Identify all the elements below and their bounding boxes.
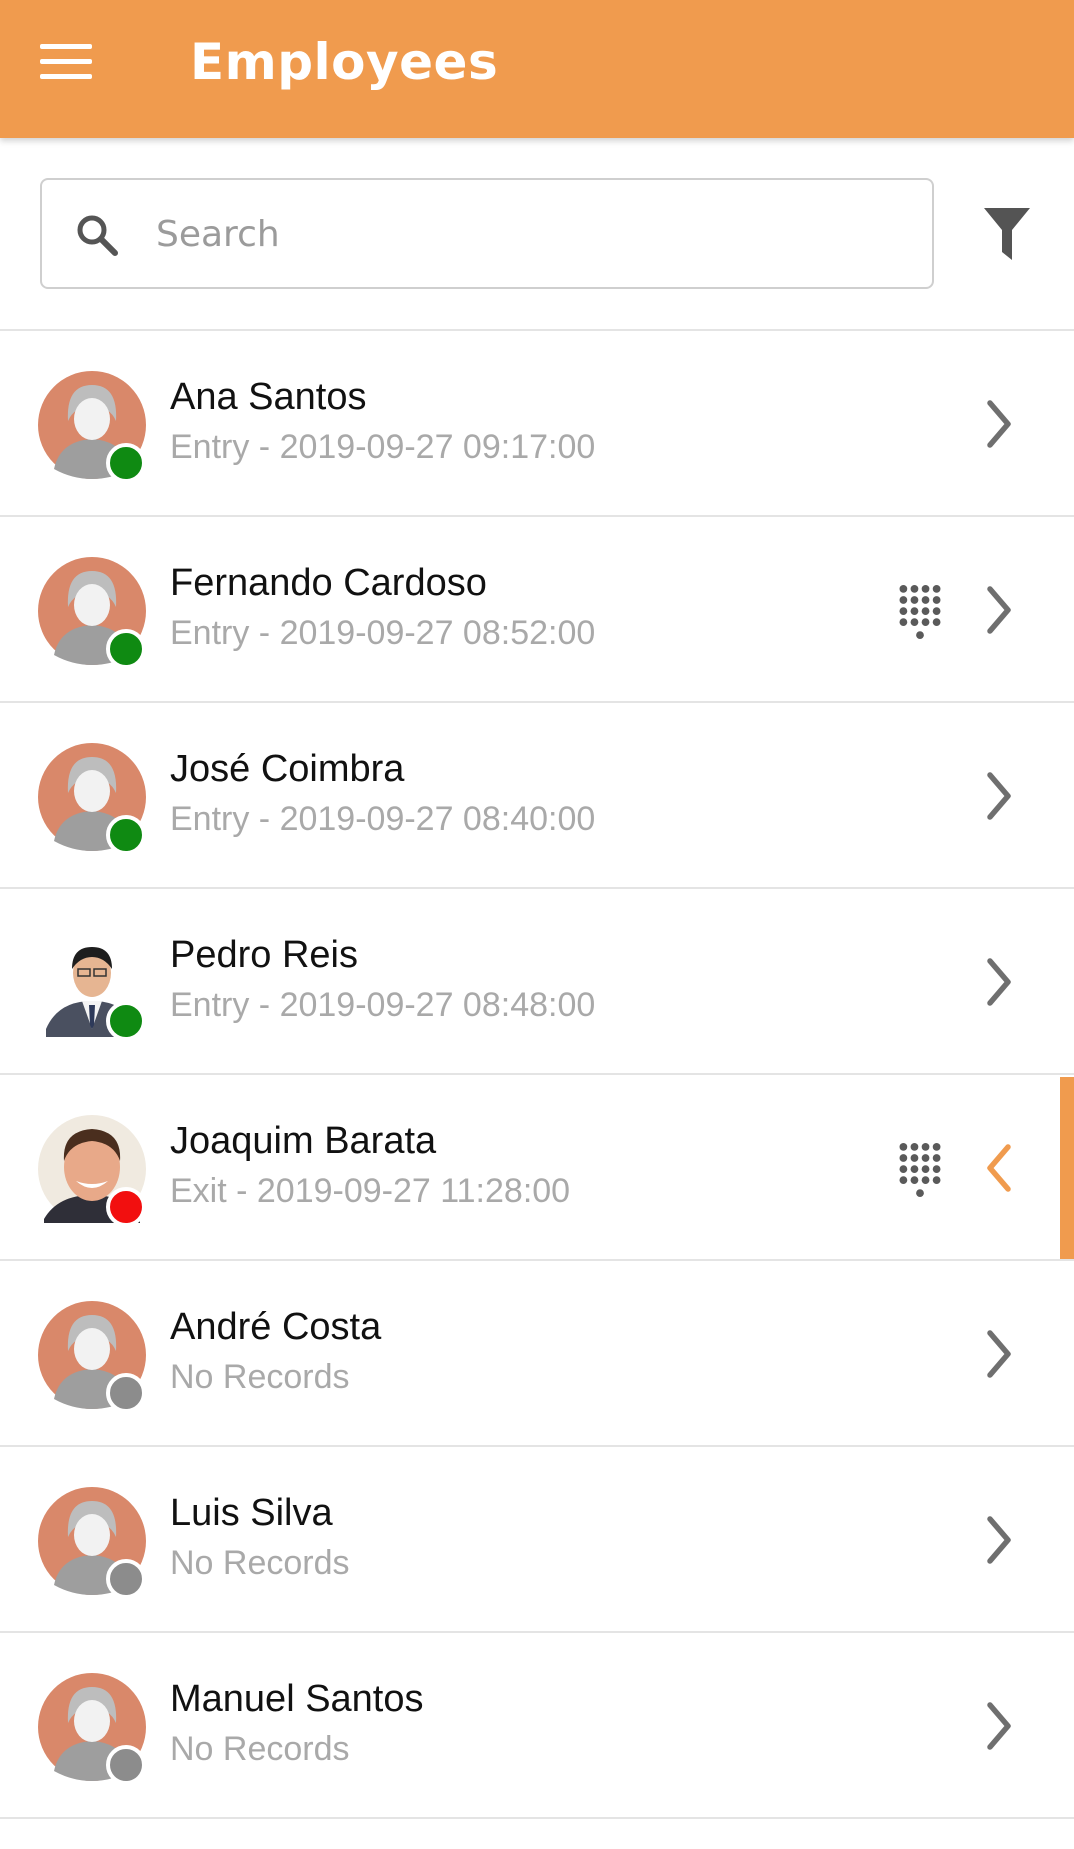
employee-last-record: Entry - 2019-09-27 08:52:00 [170,614,596,652]
chevron-right-icon[interactable] [982,585,1016,635]
employee-name: Luis Silva [170,1492,333,1534]
employee-last-record: Entry - 2019-09-27 08:48:00 [170,986,596,1024]
presence-status-dot [106,1745,146,1785]
employee-row[interactable]: Pedro Reis Entry - 2019-09-27 08:48:00 [0,889,1074,1075]
employee-last-record: No Records [170,1544,350,1582]
employee-row[interactable]: André Costa No Records [0,1261,1074,1447]
employee-name: Pedro Reis [170,934,358,976]
search-icon [77,215,118,256]
search-box[interactable] [40,178,934,289]
employee-last-record: Entry - 2019-09-27 09:17:00 [170,428,596,466]
employee-row[interactable]: José Coimbra Entry - 2019-09-27 08:40:00 [0,703,1074,889]
chevron-right-icon[interactable] [982,1515,1016,1565]
employee-last-record: Exit - 2019-09-27 11:28:00 [170,1172,571,1210]
presence-status-dot [106,1187,146,1227]
presence-status-dot [106,629,146,669]
employee-last-record: No Records [170,1730,350,1768]
presence-status-dot [106,443,146,483]
hamburger-menu-icon[interactable] [40,44,92,80]
page-title: Employees [190,33,499,91]
search-input[interactable] [156,200,896,268]
employee-row[interactable]: Ana Santos Entry - 2019-09-27 09:17:00 [0,331,1074,517]
employee-name: Manuel Santos [170,1678,424,1720]
employee-row[interactable]: Joaquim Barata Exit - 2019-09-27 11:28:0… [0,1075,1074,1261]
employee-name: Ana Santos [170,376,367,418]
chevron-right-icon[interactable] [982,399,1016,449]
chevron-left-icon[interactable] [982,1143,1016,1193]
chevron-right-icon[interactable] [982,1329,1016,1379]
employee-row[interactable]: Manuel Santos No Records [0,1633,1074,1819]
employee-name: José Coimbra [170,748,405,790]
presence-status-dot [106,1559,146,1599]
keypad-icon[interactable] [896,581,944,643]
employee-name: Fernando Cardoso [170,562,487,604]
employee-row[interactable]: Fernando Cardoso Entry - 2019-09-27 08:5… [0,517,1074,703]
chevron-right-icon[interactable] [982,957,1016,1007]
app-header: Employees [0,0,1074,138]
employee-last-record: No Records [170,1358,350,1396]
chevron-right-icon[interactable] [982,1701,1016,1751]
presence-status-dot [106,1001,146,1041]
presence-status-dot [106,1373,146,1413]
employee-row[interactable]: Luis Silva No Records [0,1447,1074,1633]
chevron-right-icon[interactable] [982,771,1016,821]
employee-name: Joaquim Barata [170,1120,437,1162]
employee-last-record: Entry - 2019-09-27 08:40:00 [170,800,596,838]
keypad-icon[interactable] [896,1139,944,1201]
presence-status-dot [106,815,146,855]
employee-list: Ana Santos Entry - 2019-09-27 09:17:00 F… [0,329,1074,1819]
filter-funnel-icon[interactable] [982,206,1032,262]
employee-name: André Costa [170,1306,382,1348]
